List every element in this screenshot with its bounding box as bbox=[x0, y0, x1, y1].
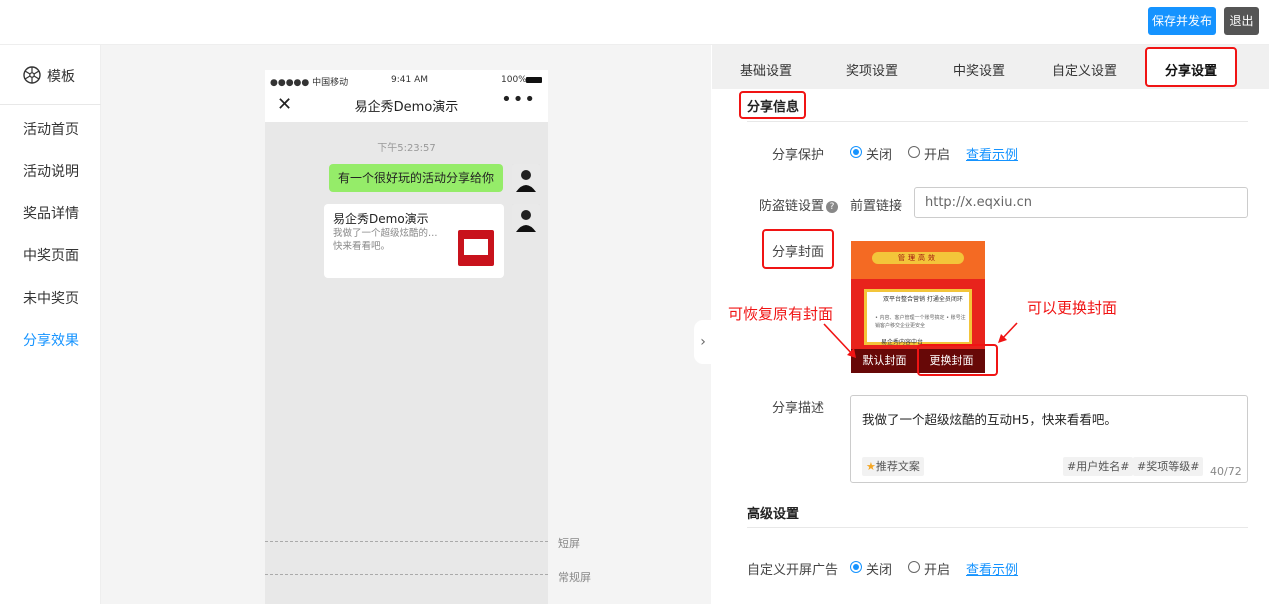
sidebar-item-share-effect[interactable]: 分享效果 bbox=[23, 330, 79, 350]
share-card-title: 易企秀Demo演示 bbox=[333, 212, 429, 226]
phone-preview: ●●●●● 中国移动 9:41 AM 100% ✕ 易企秀Demo演示 ••• … bbox=[265, 70, 548, 604]
cover-board-points: • 内容、客户管理一个账号搞定 • 账号注销客户移交企业更安全 bbox=[875, 315, 966, 329]
annotation-restore: 可恢复原有封面 bbox=[728, 305, 834, 323]
antileech-label-text: 防盗链设置 bbox=[759, 199, 825, 214]
cover-board-headline: 双平台整合营销 打通全员闭环 bbox=[883, 296, 963, 303]
more-icon[interactable]: ••• bbox=[501, 89, 536, 110]
cover-sign-text: 管理高效 bbox=[872, 252, 964, 264]
recommend-copy-label: 推荐文案 bbox=[875, 460, 920, 473]
settings-tabs: 基础设置 奖项设置 中奖设置 自定义设置 分享设置 bbox=[712, 45, 1269, 89]
phone-status-bar: ●●●●● 中国移动 9:41 AM 100% bbox=[265, 70, 548, 90]
splash-off-radio[interactable] bbox=[850, 561, 862, 573]
sidebar-item-home[interactable]: 活动首页 bbox=[23, 119, 79, 139]
chevron-right-icon[interactable]: › bbox=[694, 320, 712, 364]
splash-on-radio[interactable] bbox=[908, 561, 920, 573]
app-root: 保存并发布 退出 模板 活动首页 活动说明 奖品详情 中奖页面 未中奖页 分享效… bbox=[0, 0, 1269, 604]
char-counter: 40/72 bbox=[1210, 465, 1242, 478]
divider bbox=[747, 527, 1248, 528]
clock-text: 9:41 AM bbox=[391, 75, 428, 85]
arrow-icon bbox=[998, 322, 1018, 343]
normal-screen-line bbox=[265, 574, 548, 575]
avatar bbox=[512, 204, 540, 232]
top-bar: 保存并发布 退出 bbox=[0, 0, 1269, 45]
chat-message: 有一个很好玩的活动分享给你 bbox=[329, 164, 503, 192]
recommend-copy-button[interactable]: ★推荐文案 bbox=[862, 457, 924, 476]
protect-off-radio[interactable] bbox=[850, 146, 862, 158]
share-card-preview: 易企秀Demo演示 我做了一个超级炫酷的… 快来看看吧。 bbox=[324, 204, 504, 278]
sidebar-item-win-page[interactable]: 中奖页面 bbox=[23, 245, 79, 265]
share-protect-label: 分享保护 bbox=[772, 148, 825, 163]
tag-user-name[interactable]: #用户姓名# bbox=[1063, 457, 1134, 476]
template-icon bbox=[23, 66, 41, 84]
sidebar: 模板 活动首页 活动说明 奖品详情 中奖页面 未中奖页 分享效果 bbox=[0, 45, 101, 604]
tab-prizes[interactable]: 奖项设置 bbox=[846, 60, 898, 79]
highlight-box bbox=[917, 344, 998, 376]
chat-timestamp: 下午5:23:57 bbox=[377, 143, 436, 154]
share-card-desc-line2: 快来看看吧。 bbox=[333, 241, 391, 252]
save-publish-button[interactable]: 保存并发布 bbox=[1148, 7, 1216, 35]
arrow-icon bbox=[823, 323, 856, 358]
sidebar-item-description[interactable]: 活动说明 bbox=[23, 161, 79, 181]
share-cover-label: 分享封面 bbox=[772, 245, 825, 260]
exit-button[interactable]: 退出 bbox=[1224, 7, 1259, 35]
share-desc-value: 我做了一个超级炫酷的互动H5，快来看看吧。 bbox=[862, 412, 1117, 427]
battery-text: 100% bbox=[501, 75, 527, 85]
share-desc-label: 分享描述 bbox=[772, 401, 825, 416]
tab-winning[interactable]: 中奖设置 bbox=[953, 60, 1005, 79]
default-cover-button[interactable]: 默认封面 bbox=[851, 349, 918, 373]
advanced-settings-title: 高级设置 bbox=[747, 507, 800, 522]
normal-screen-label: 常规屏 bbox=[558, 571, 591, 584]
sidebar-item-lose-page[interactable]: 未中奖页 bbox=[23, 288, 79, 308]
battery-icon bbox=[526, 77, 542, 83]
divider bbox=[747, 121, 1248, 122]
prefix-link-input[interactable]: http://x.eqxiu.cn bbox=[914, 187, 1248, 218]
protect-on-radio[interactable] bbox=[908, 146, 920, 158]
protect-off-label[interactable]: 关闭 bbox=[866, 144, 892, 163]
tab-share[interactable]: 分享设置 bbox=[1165, 60, 1217, 79]
antileech-label: 防盗链设置? bbox=[759, 195, 839, 214]
sidebar-title: 模板 bbox=[47, 69, 75, 85]
carrier-text: ●●●●● 中国移动 bbox=[270, 78, 349, 88]
short-screen-line bbox=[265, 541, 548, 542]
help-icon[interactable]: ? bbox=[826, 201, 839, 213]
avatar bbox=[512, 164, 540, 192]
splash-example-link[interactable]: 查看示例 bbox=[966, 559, 1018, 578]
annotation-change: 可以更换封面 bbox=[1027, 299, 1118, 317]
cover-footer-text: 易企秀内容中台 bbox=[881, 339, 924, 346]
sidebar-item-prizes[interactable]: 奖品详情 bbox=[23, 203, 79, 223]
share-desc-textarea[interactable]: 我做了一个超级炫酷的互动H5，快来看看吧。 ★推荐文案 #用户姓名# #奖项等级… bbox=[850, 395, 1248, 483]
share-card-desc: 我做了一个超级炫酷的… 快来看看吧。 bbox=[333, 227, 453, 253]
protect-on-label[interactable]: 开启 bbox=[924, 144, 950, 163]
protect-example-link[interactable]: 查看示例 bbox=[966, 144, 1018, 163]
sidebar-header[interactable]: 模板 bbox=[0, 45, 101, 105]
splash-on-label[interactable]: 开启 bbox=[924, 559, 950, 578]
splash-ad-label: 自定义开屏广告 bbox=[747, 563, 839, 578]
short-screen-label: 短屏 bbox=[558, 537, 580, 550]
tab-custom[interactable]: 自定义设置 bbox=[1052, 60, 1117, 79]
prefix-link-label: 前置链接 bbox=[850, 199, 903, 214]
share-card-thumbnail bbox=[458, 230, 494, 266]
tag-prize-level[interactable]: #奖项等级# bbox=[1133, 457, 1204, 476]
star-icon: ★ bbox=[866, 460, 876, 473]
tab-basic[interactable]: 基础设置 bbox=[740, 60, 792, 79]
share-info-title: 分享信息 bbox=[747, 100, 800, 115]
phone-nav-bar: ✕ 易企秀Demo演示 ••• bbox=[265, 89, 548, 122]
splash-off-label[interactable]: 关闭 bbox=[866, 559, 892, 578]
share-card-desc-line1: 我做了一个超级炫酷的… bbox=[333, 228, 438, 239]
